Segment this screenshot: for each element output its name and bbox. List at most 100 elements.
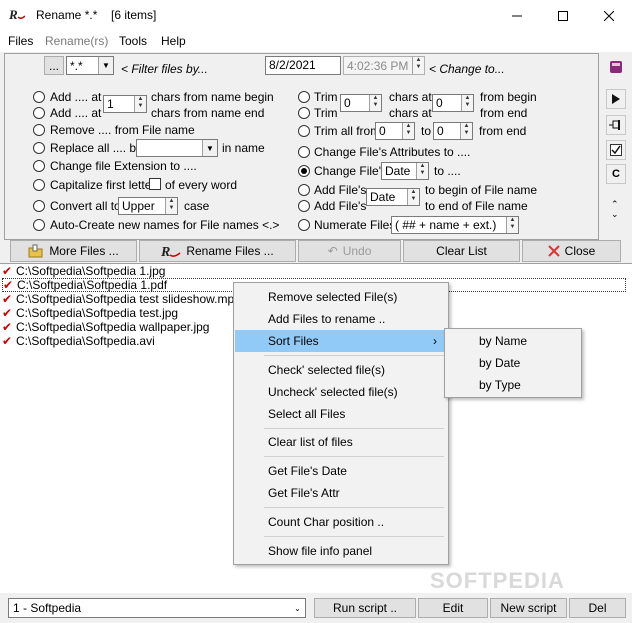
radio-add-file-end[interactable]: [298, 200, 310, 212]
menu-uncheck-selected[interactable]: Uncheck' selected file(s): [235, 381, 447, 403]
more-files-label: More Files ...: [49, 244, 119, 258]
radio-change-attributes[interactable]: [298, 146, 310, 158]
window-title: Rename *.*: [36, 8, 98, 22]
radio-trim-end[interactable]: [298, 107, 310, 119]
numerate-spinner[interactable]: ( ## + name + ext.) ▲ ▼: [391, 216, 519, 234]
add-file-end-label: Add File's: [314, 199, 367, 213]
minimize-button[interactable]: [494, 0, 540, 31]
close-window-button[interactable]: [586, 0, 632, 31]
radio-add-file-begin[interactable]: [298, 184, 310, 196]
chevron-down-icon: ▼: [202, 140, 217, 156]
folder-add-icon: [28, 244, 43, 258]
menu-get-attr[interactable]: Get File's Attr: [235, 482, 447, 504]
script-select[interactable]: 1 - Softpedia ⌄: [8, 598, 306, 618]
sort-by-type[interactable]: by Type: [446, 374, 580, 396]
menu-sort-files[interactable]: Sort Files ›: [235, 330, 447, 352]
close-x-icon: [547, 245, 560, 257]
clear-list-button[interactable]: Clear List: [403, 240, 520, 262]
menu-select-all[interactable]: Select all Files: [235, 403, 447, 425]
change-label: < Change to...: [429, 62, 505, 76]
radio-add-begin[interactable]: [33, 91, 45, 103]
add-file-spinner[interactable]: Date ▲ ▼: [366, 188, 420, 206]
trim-position-spinner[interactable]: 0 ▲ ▼: [432, 94, 474, 112]
check-mark-icon: ✔: [2, 320, 13, 334]
add-file-begin-suffix: to begin of File name: [425, 183, 538, 197]
replace-combo[interactable]: ▼: [136, 139, 218, 157]
radio-trim-all[interactable]: [298, 125, 310, 137]
case-spinner[interactable]: Upper ▲ ▼: [118, 197, 178, 215]
book-icon: [610, 61, 622, 73]
file-row[interactable]: ✔ C:\Softpedia\Softpedia test slideshow.m…: [2, 292, 241, 306]
script-value: 1 - Softpedia: [13, 601, 82, 615]
spinner-icon: ▲ ▼: [506, 217, 518, 233]
every-word-checkbox[interactable]: [149, 178, 161, 190]
file-row[interactable]: ✔ C:\Softpedia\Softpedia.avi: [2, 334, 155, 348]
menu-clear-list[interactable]: Clear list of files: [235, 431, 447, 453]
del-button[interactable]: Del: [569, 598, 626, 618]
book-tool-button[interactable]: [606, 57, 626, 77]
radio-add-end[interactable]: [33, 107, 45, 119]
trim-all-from-spinner[interactable]: 0 ▲ ▼: [375, 122, 415, 140]
change-file-value: Date: [385, 164, 411, 178]
menu-check-selected[interactable]: Check' selected file(s): [235, 359, 447, 381]
file-row[interactable]: ✔ C:\Softpedia\Softpedia wallpaper.jpg: [2, 320, 209, 334]
menu-show-info[interactable]: Show file info panel: [235, 540, 447, 562]
edit-button[interactable]: Edit: [418, 598, 488, 618]
spinner-icon: ▲ ▼: [165, 198, 177, 214]
check-tool-button[interactable]: [606, 140, 626, 160]
menu-help[interactable]: Help: [161, 34, 186, 48]
sort-by-date[interactable]: by Date: [446, 352, 580, 374]
change-file-spinner[interactable]: Date ▲ ▼: [381, 162, 429, 180]
run-script-button[interactable]: Run script ..: [314, 598, 416, 618]
radio-auto-create[interactable]: [33, 219, 45, 231]
radio-remove[interactable]: [33, 124, 45, 136]
menu-add-files[interactable]: Add Files to rename ..: [235, 308, 447, 330]
replace-label: Replace all .... by: [50, 141, 143, 155]
radio-numerate[interactable]: [298, 219, 310, 231]
menu-get-date[interactable]: Get File's Date: [235, 460, 447, 482]
radio-convert-case[interactable]: [33, 200, 45, 212]
mask-value: *.*: [70, 59, 83, 73]
radio-change-extension[interactable]: [33, 160, 45, 172]
chevron-down-icon: ▼: [98, 57, 113, 74]
scroll-arrows-icon[interactable]: ⌃ ⌄: [611, 199, 619, 219]
menu-remove-selected[interactable]: Remove selected File(s): [235, 286, 447, 308]
trim-count-spinner[interactable]: 0 ▲ ▼: [340, 94, 382, 112]
trim-all-to-spinner[interactable]: 0 ▲ ▼: [433, 122, 473, 140]
more-files-button[interactable]: More Files ...: [10, 240, 137, 262]
trim-end-mid: chars at: [389, 106, 432, 120]
file-row[interactable]: ✔ C:\Softpedia\Softpedia 1.jpg: [2, 264, 165, 278]
radio-change-file[interactable]: [298, 165, 310, 177]
menu-tools[interactable]: Tools: [119, 34, 147, 48]
close-button[interactable]: Close: [522, 240, 621, 262]
pin-tool-button[interactable]: [606, 115, 626, 135]
watermark: SOFTPEDIA: [430, 568, 565, 593]
minimize-icon: [512, 15, 522, 16]
mask-combo[interactable]: *.* ▼: [66, 56, 114, 75]
trim-begin-mid: chars at: [389, 90, 432, 104]
time-field[interactable]: 4:02:36 PM ▲ ▼: [343, 56, 425, 75]
menu-separator: [264, 536, 444, 537]
rename-files-button[interactable]: R Rename Files ...: [139, 240, 296, 262]
radio-trim-begin[interactable]: [298, 91, 310, 103]
date-field[interactable]: 8/2/2021: [265, 56, 341, 75]
c-tool-button[interactable]: C: [606, 164, 626, 184]
sort-by-name[interactable]: by Name: [446, 330, 580, 352]
menu-files[interactable]: Files: [8, 34, 33, 48]
menu-separator: [264, 456, 444, 457]
menu-rename[interactable]: Rename(rs): [45, 34, 108, 48]
radio-replace[interactable]: [33, 142, 45, 154]
menu-count-char[interactable]: Count Char position ..: [235, 511, 447, 533]
maximize-button[interactable]: [540, 0, 586, 31]
undo-button[interactable]: ↶ Undo: [298, 240, 401, 262]
play-tool-button[interactable]: [606, 89, 626, 109]
new-script-button[interactable]: New script: [490, 598, 567, 618]
radio-capitalize[interactable]: [33, 179, 45, 191]
file-path: C:\Softpedia\Softpedia.avi: [16, 334, 155, 348]
trim-all-to-label: to: [421, 124, 432, 138]
file-row[interactable]: ✔ C:\Softpedia\Softpedia test.jpg: [2, 306, 178, 320]
add-position-spinner[interactable]: 1 ▲ ▼: [103, 95, 147, 113]
browse-button[interactable]: ...: [44, 56, 64, 75]
spinner-icon: ▲ ▼: [416, 163, 428, 179]
pin-icon: [609, 120, 620, 130]
